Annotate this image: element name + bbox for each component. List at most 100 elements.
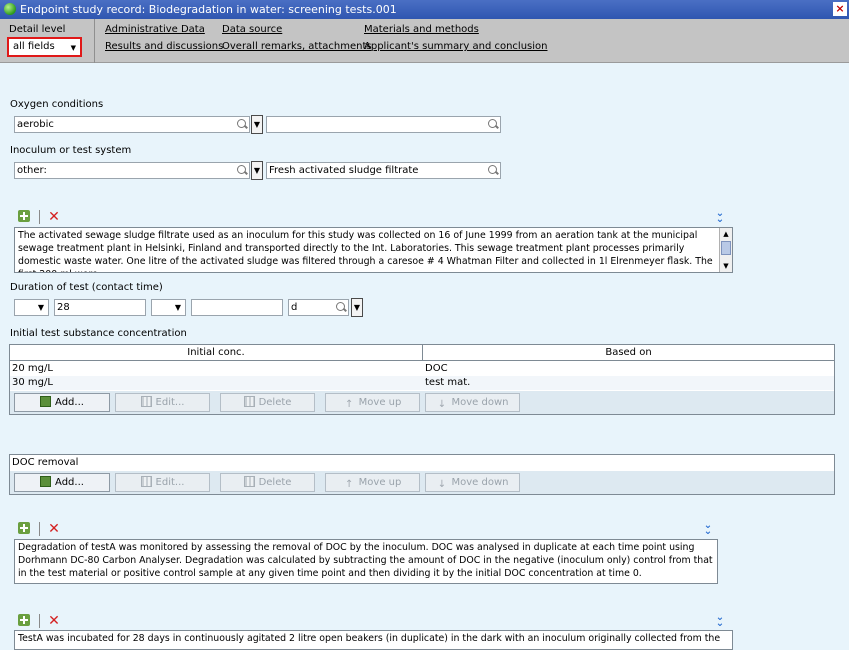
move-up-button[interactable]: Move up [325,393,420,412]
detail-level-label: Detail level [9,24,66,35]
inoculum-details-text: The activated sewage sludge filtrate use… [18,230,713,272]
toolbar-separator [39,210,40,224]
move-up-button-label: Move up [358,397,402,408]
delete-button-label: Delete [258,397,292,408]
move-down-button[interactable]: Move down [425,473,520,492]
table-button-bar: Add... Edit... Delete Move up Move down [10,471,834,494]
oxygen-conditions-extra-field[interactable] [266,116,501,133]
edit-button[interactable]: Edit... [115,473,210,492]
duration-unit-value: d [291,302,298,313]
duration-value: 28 [57,302,70,313]
delete-icon [243,396,255,407]
table-button-bar: Add... Edit... Delete Move up Move down [10,391,834,414]
edit-button-label: Edit... [155,477,185,488]
move-up-button-label: Move up [358,477,402,488]
cell-based-on: DOC [425,363,448,374]
oxygen-conditions-label: Oxygen conditions [10,99,104,110]
toolbar-separator [39,614,40,628]
delete-icon [243,476,255,487]
app-icon [4,3,16,15]
chevron-down-icon: ▼ [70,44,76,52]
edit-icon [140,396,152,407]
oxygen-conditions-field[interactable]: aerobic [14,116,250,133]
oxygen-dropdown-button[interactable]: ▼ [251,115,263,134]
search-icon[interactable] [237,165,246,174]
bottom-textarea[interactable]: TestA was incubated for 28 days in conti… [14,630,733,650]
detail-level-select[interactable]: all fields ▼ [7,37,82,57]
expand-icon[interactable]: ⌄ ⌄ [713,613,727,629]
add-icon[interactable] [17,521,31,535]
link-applicant-summary[interactable]: Applicant's summary and conclusion [364,41,548,52]
inoculum-label: Inoculum or test system [10,145,132,156]
window-title: Endpoint study record: Biodegradation in… [20,3,397,16]
details-textarea[interactable]: Degradation of testA was monitored by as… [14,539,718,584]
table-header: DOC removal [10,456,834,470]
toolbar-separator [39,522,40,536]
table-row[interactable]: 30 mg/L test mat. [10,376,834,390]
move-down-button-label: Move down [451,397,509,408]
arrow-down-icon [437,476,448,487]
expand-icon[interactable]: ⌄ ⌄ [713,209,727,225]
add-icon[interactable] [17,613,31,627]
column-header-parameter[interactable]: DOC removal [10,456,834,470]
column-header-initial-conc[interactable]: Initial conc. [10,345,423,361]
arrow-down-icon [437,396,448,407]
expand-icon[interactable]: ⌄ ⌄ [701,521,715,537]
toolbar-divider [94,19,95,63]
parameter-table: DOC removal Add... Edit... Delete Move u… [9,454,835,495]
remove-icon[interactable]: ✕ [48,522,60,536]
duration-unit-field[interactable]: d [288,299,349,316]
remove-icon[interactable]: ✕ [48,210,60,224]
add-button[interactable]: Add... [14,473,110,492]
edit-icon [140,476,152,487]
add-button-label: Add... [55,477,84,488]
column-header-based-on[interactable]: Based on [423,345,834,361]
window-titlebar: Endpoint study record: Biodegradation in… [0,0,849,19]
search-icon[interactable] [336,302,345,311]
duration-value2-field[interactable] [191,299,283,316]
main-panel: Oxygen conditions aerobic ▼ Inoculum or … [0,63,849,650]
inoculum-extra-field[interactable]: Fresh activated sludge filtrate [266,162,501,179]
delete-button[interactable]: Delete [220,473,315,492]
duration-value-field[interactable]: 28 [54,299,146,316]
duration-unit-dropdown-button[interactable]: ▼ [351,298,363,317]
add-icon [40,476,52,487]
table-row[interactable]: 20 mg/L DOC [10,362,834,376]
inoculum-extra-value: Fresh activated sludge filtrate [269,165,419,176]
scroll-up-icon[interactable]: ▲ [720,228,732,240]
arrow-up-icon [344,476,355,487]
toolbar: Detail level all fields ▼ Administrative… [0,19,849,63]
oxygen-conditions-value: aerobic [17,119,54,130]
close-icon[interactable]: × [833,2,847,16]
add-icon[interactable] [17,209,31,223]
edit-button[interactable]: Edit... [115,393,210,412]
link-materials-methods[interactable]: Materials and methods [364,24,479,35]
move-down-button[interactable]: Move down [425,393,520,412]
inoculum-details-textarea[interactable]: The activated sewage sludge filtrate use… [14,227,733,273]
add-icon [40,396,52,407]
link-overall-remarks[interactable]: Overall remarks, attachments [222,41,372,52]
search-icon[interactable] [488,119,497,128]
search-icon[interactable] [237,119,246,128]
inoculum-dropdown-button[interactable]: ▼ [251,161,263,180]
delete-button-label: Delete [258,477,292,488]
move-up-button[interactable]: Move up [325,473,420,492]
delete-button[interactable]: Delete [220,393,315,412]
link-data-source[interactable]: Data source [222,24,282,35]
inoculum-field[interactable]: other: [14,162,250,179]
search-icon[interactable] [488,165,497,174]
remove-icon[interactable]: ✕ [48,614,60,628]
vertical-scrollbar[interactable]: ▲ ▼ [719,228,732,272]
duration-qualifier-select[interactable]: ▼ [14,299,49,316]
cell-initial-conc: 20 mg/L [12,363,53,374]
scroll-thumb[interactable] [721,241,731,255]
scroll-down-icon[interactable]: ▼ [720,260,732,272]
move-down-button-label: Move down [451,477,509,488]
add-button[interactable]: Add... [14,393,110,412]
duration-qualifier2-select[interactable]: ▼ [151,299,186,316]
link-administrative-data[interactable]: Administrative Data [105,24,205,35]
bottom-text: TestA was incubated for 28 days in conti… [18,633,721,644]
edit-button-label: Edit... [155,397,185,408]
link-results-discussions[interactable]: Results and discussions [105,41,223,52]
detail-level-value: all fields [13,41,55,52]
